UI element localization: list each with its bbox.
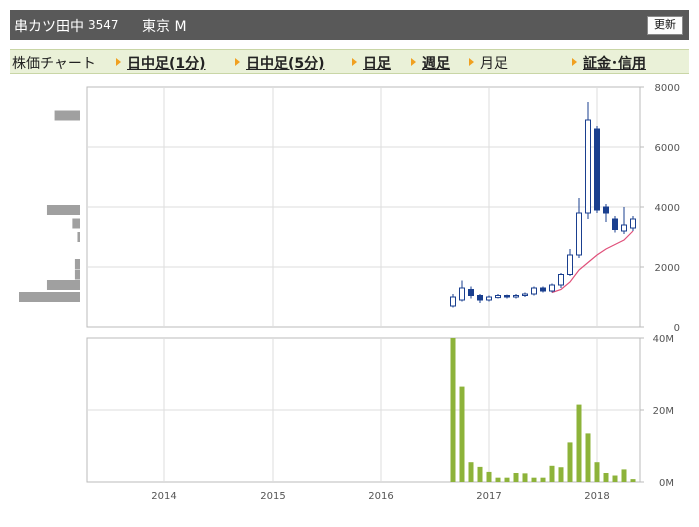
candle-up: [531, 287, 537, 295]
volume-bar: [468, 462, 474, 482]
volume-profile-bar: [46, 205, 80, 215]
candle-down: [504, 295, 510, 298]
x-tick-label: 2016: [368, 491, 393, 502]
volume-profile-bar: [74, 269, 80, 280]
volume-bar: [576, 404, 582, 482]
price-y-tick-label: 6000: [655, 143, 680, 154]
candle-up: [585, 119, 591, 214]
candle-down: [540, 287, 546, 292]
volume-bar: [594, 462, 600, 482]
volume-bar: [477, 466, 483, 482]
x-tick-label: 2015: [260, 491, 285, 502]
x-tick-label: 2018: [584, 491, 609, 502]
volume-bar: [450, 338, 456, 482]
candle-up: [549, 284, 555, 292]
stock-chart: 2014 2015 2016 2017 2018 0 2000 4000 6000 8000 0M 2…: [19, 83, 680, 502]
volume-bar: [621, 469, 627, 482]
candle-up: [630, 218, 636, 229]
candle-up: [558, 274, 564, 286]
volume-bar: [603, 473, 609, 482]
candle-down: [468, 289, 474, 296]
volume-profile-bar: [74, 259, 80, 269]
volume-profile-bar: [72, 218, 80, 229]
volume-bar: [495, 477, 501, 482]
candle-up: [495, 295, 501, 299]
price-y-tick-label: 8000: [655, 83, 680, 94]
candle-up: [567, 254, 573, 275]
volume-profile-bar: [19, 292, 80, 302]
volume-bar: [630, 479, 636, 482]
candle-up: [522, 293, 528, 296]
price-y-tick-label: 4000: [655, 203, 680, 214]
volume-profile-bar: [77, 232, 80, 242]
volume-bar: [585, 433, 591, 482]
volume-bar: [612, 475, 618, 482]
volume-bar: [513, 473, 519, 482]
candle-up: [576, 212, 582, 256]
volume-y-tick-label: 40M: [653, 334, 674, 345]
volume-bar: [522, 473, 528, 482]
volume-profile-bar: [54, 110, 80, 121]
candle-down: [594, 128, 600, 211]
x-tick-label: 2014: [151, 491, 176, 502]
volume-bar: [531, 477, 537, 482]
price-y-tick-label: 0: [674, 323, 680, 334]
volume-y-tick-label: 20M: [653, 406, 674, 417]
candle-down: [603, 206, 609, 214]
volume-y-tick-label: 0M: [659, 478, 674, 489]
candle-up: [513, 295, 519, 298]
candle-down: [612, 218, 618, 230]
candle-up: [486, 296, 492, 301]
candle-up: [621, 224, 627, 232]
volume-bar: [504, 477, 510, 482]
candle-down: [477, 295, 483, 301]
candle-up: [459, 287, 465, 301]
volume-profile-bar: [46, 280, 80, 290]
x-tick-label: 2017: [476, 491, 501, 502]
volume-bar: [549, 465, 555, 482]
price-y-tick-label: 2000: [655, 263, 680, 274]
volume-bar: [540, 477, 546, 482]
volume-bar: [558, 467, 564, 482]
volume-bar: [486, 471, 492, 482]
volume-bar: [459, 386, 465, 482]
volume-bar: [567, 442, 573, 482]
candle-up: [450, 296, 456, 307]
